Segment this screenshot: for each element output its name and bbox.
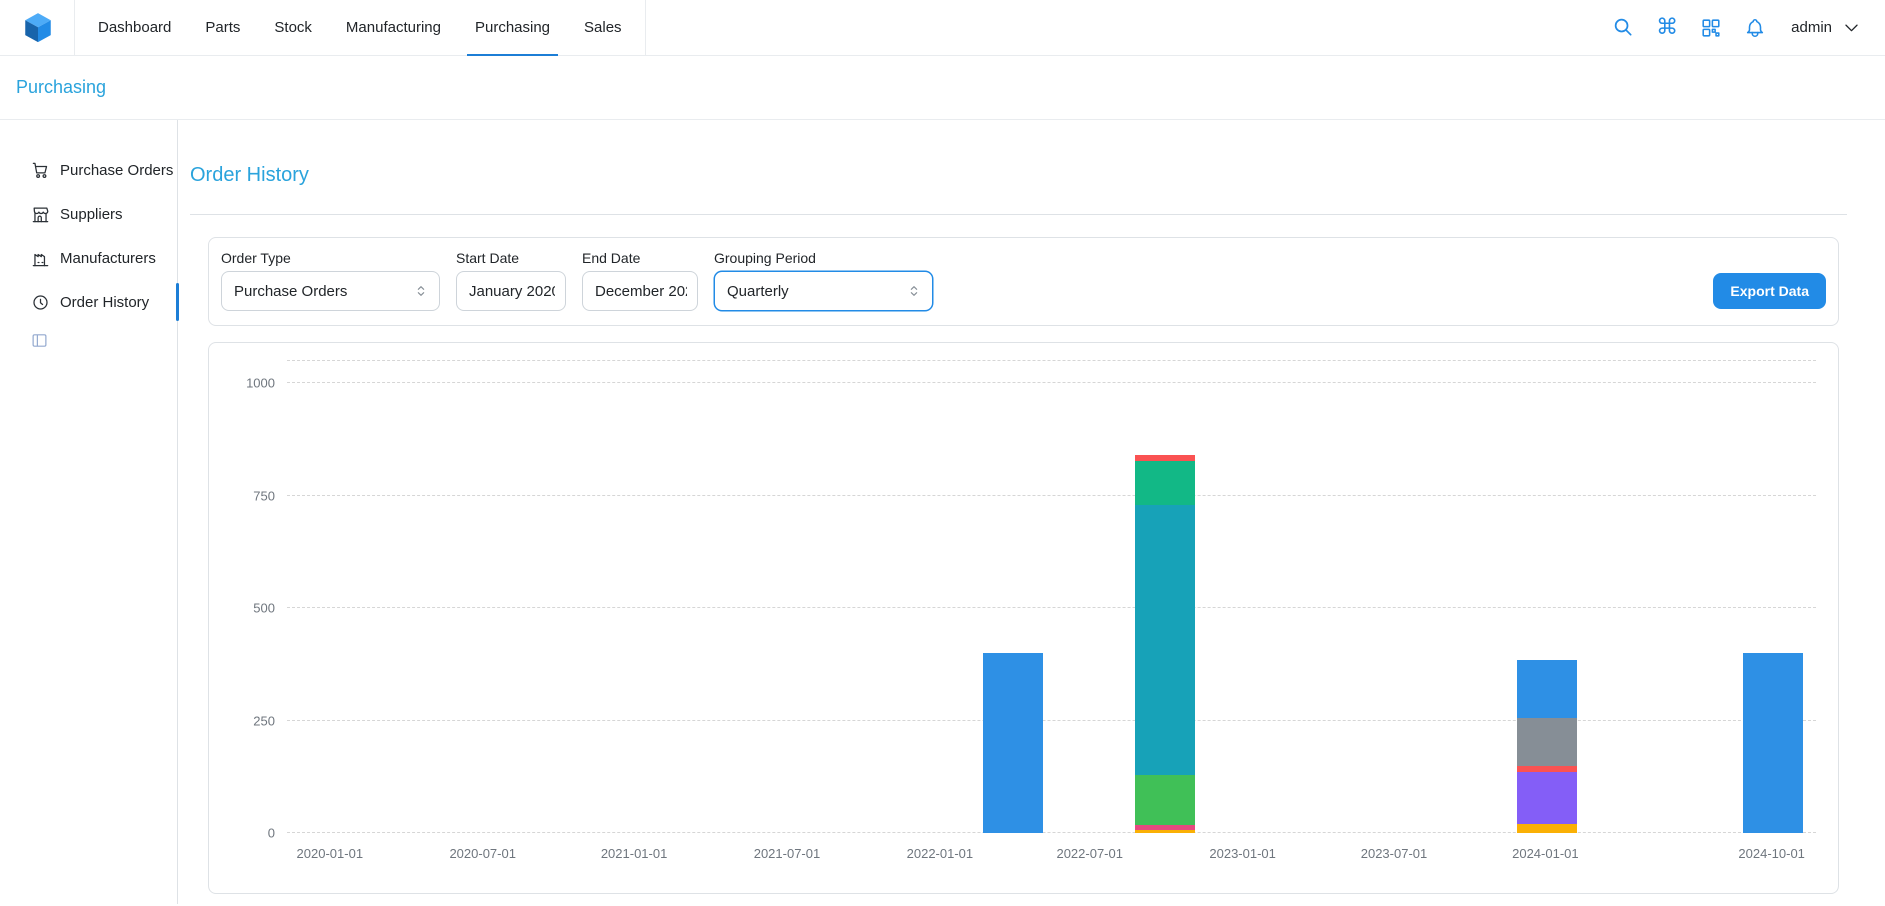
username: admin: [1791, 19, 1832, 36]
y-tick-label: 1000: [246, 376, 275, 391]
tab-sales[interactable]: Sales: [567, 0, 639, 55]
tab-dashboard[interactable]: Dashboard: [81, 0, 188, 55]
x-tick-label: 2022-07-01: [1056, 846, 1123, 861]
sidebar-item-label: Suppliers: [60, 206, 123, 223]
sidebar-item-manufacturers[interactable]: Manufacturers: [0, 236, 177, 280]
grouping-period-label: Grouping Period: [714, 250, 933, 266]
y-tick-label: 500: [253, 601, 275, 616]
main-panel: Order History Order Type Purchase Orders…: [178, 120, 1885, 904]
page-header: Purchasing: [0, 56, 1885, 120]
gridline: [287, 832, 1816, 833]
order-type-label: Order Type: [221, 250, 440, 266]
plot-area: 025050075010002020-01-012020-07-012021-0…: [287, 361, 1816, 833]
bar-segment-violet[interactable]: [1517, 772, 1577, 824]
gridline: [287, 607, 1816, 608]
chevron-up-down-icon: [906, 283, 922, 299]
gridline: [287, 495, 1816, 496]
section-title: Order History: [190, 164, 1847, 187]
tab-stock[interactable]: Stock: [257, 0, 329, 55]
gridline: [287, 382, 1816, 383]
command-palette-icon[interactable]: ⌘: [1649, 10, 1685, 46]
gridline: [287, 720, 1816, 721]
user-menu[interactable]: admin: [1791, 18, 1861, 37]
history-clock-icon: [31, 293, 50, 312]
bar-segment-orange[interactable]: [1517, 824, 1577, 833]
tab-purchasing[interactable]: Purchasing: [458, 0, 567, 55]
collapse-sidebar-icon[interactable]: [31, 332, 48, 349]
grouping-period-select[interactable]: Quarterly: [714, 271, 933, 311]
order-type-value: Purchase Orders: [234, 283, 347, 300]
app-logo-cube-icon: [21, 11, 55, 45]
stacked-bar: [1517, 361, 1577, 833]
x-tick-label: 2024-10-01: [1738, 846, 1805, 861]
x-tick-label: 2023-07-01: [1361, 846, 1428, 861]
stacked-bar: [1135, 361, 1195, 833]
bar-segment-green[interactable]: [1135, 775, 1195, 825]
sidebar: Purchase Orders Suppliers Manufacturer: [0, 120, 178, 904]
main-nav-tabs: Dashboard Parts Stock Manufacturing Purc…: [74, 0, 646, 55]
x-tick-label: 2023-01-01: [1209, 846, 1276, 861]
tab-parts[interactable]: Parts: [188, 0, 257, 55]
app-logo[interactable]: [20, 10, 56, 46]
stacked-bar: [983, 361, 1043, 833]
y-tick-label: 0: [268, 826, 275, 841]
gridline-top: [287, 360, 1816, 361]
y-tick-label: 750: [253, 488, 275, 503]
sidebar-item-order-history[interactable]: Order History: [0, 280, 177, 324]
bar-segment-emerald[interactable]: [1135, 461, 1195, 505]
notifications-bell-icon[interactable]: [1737, 10, 1773, 46]
stacked-bar: [1743, 361, 1803, 833]
bar-segment-gray[interactable]: [1517, 718, 1577, 765]
bar-segment-blue[interactable]: [1743, 653, 1803, 833]
page-title: Purchasing: [16, 77, 106, 98]
bar-segment-blue[interactable]: [983, 653, 1043, 833]
search-icon[interactable]: [1605, 10, 1641, 46]
qr-scan-icon[interactable]: [1693, 10, 1729, 46]
bar-segment-blue[interactable]: [1517, 660, 1577, 718]
x-tick-label: 2022-01-01: [907, 846, 974, 861]
chevron-up-down-icon: [413, 283, 429, 299]
order-type-select[interactable]: Purchase Orders: [221, 271, 440, 311]
building-factory-icon: [31, 249, 50, 268]
export-data-button[interactable]: Export Data: [1713, 273, 1826, 309]
x-tick-label: 2024-01-01: [1512, 846, 1579, 861]
building-store-icon: [31, 205, 50, 224]
end-date-label: End Date: [582, 250, 698, 266]
x-tick-label: 2020-01-01: [297, 846, 364, 861]
start-date-label: Start Date: [456, 250, 566, 266]
x-tick-label: 2020-07-01: [449, 846, 516, 861]
section-divider: [190, 214, 1847, 215]
top-navbar: Dashboard Parts Stock Manufacturing Purc…: [0, 0, 1885, 56]
bar-segment-orange[interactable]: [1135, 830, 1195, 833]
y-tick-label: 250: [253, 713, 275, 728]
end-date-field: [582, 271, 698, 311]
sidebar-item-label: Purchase Orders: [60, 162, 173, 179]
chevron-down-icon: [1842, 18, 1861, 37]
x-tick-label: 2021-07-01: [754, 846, 821, 861]
sidebar-item-suppliers[interactable]: Suppliers: [0, 192, 177, 236]
tab-manufacturing[interactable]: Manufacturing: [329, 0, 458, 55]
x-tick-label: 2021-01-01: [601, 846, 668, 861]
sidebar-item-purchase-orders[interactable]: Purchase Orders: [0, 148, 177, 192]
bar-segment-teal[interactable]: [1135, 505, 1195, 775]
bar-segment-red[interactable]: [1517, 766, 1577, 773]
end-date-input[interactable]: [595, 283, 687, 300]
order-history-chart: 0 250 500 750 1000 2020-01-01 2020-07-01 2021-0…: [208, 342, 1839, 894]
start-date-input[interactable]: [469, 283, 555, 300]
start-date-field: [456, 271, 566, 311]
filter-bar: Order Type Purchase Orders Start Date: [208, 237, 1839, 326]
sidebar-item-label: Manufacturers: [60, 250, 156, 267]
shopping-cart-icon: [31, 161, 50, 180]
sidebar-item-label: Order History: [60, 294, 149, 311]
grouping-period-value: Quarterly: [727, 283, 789, 300]
